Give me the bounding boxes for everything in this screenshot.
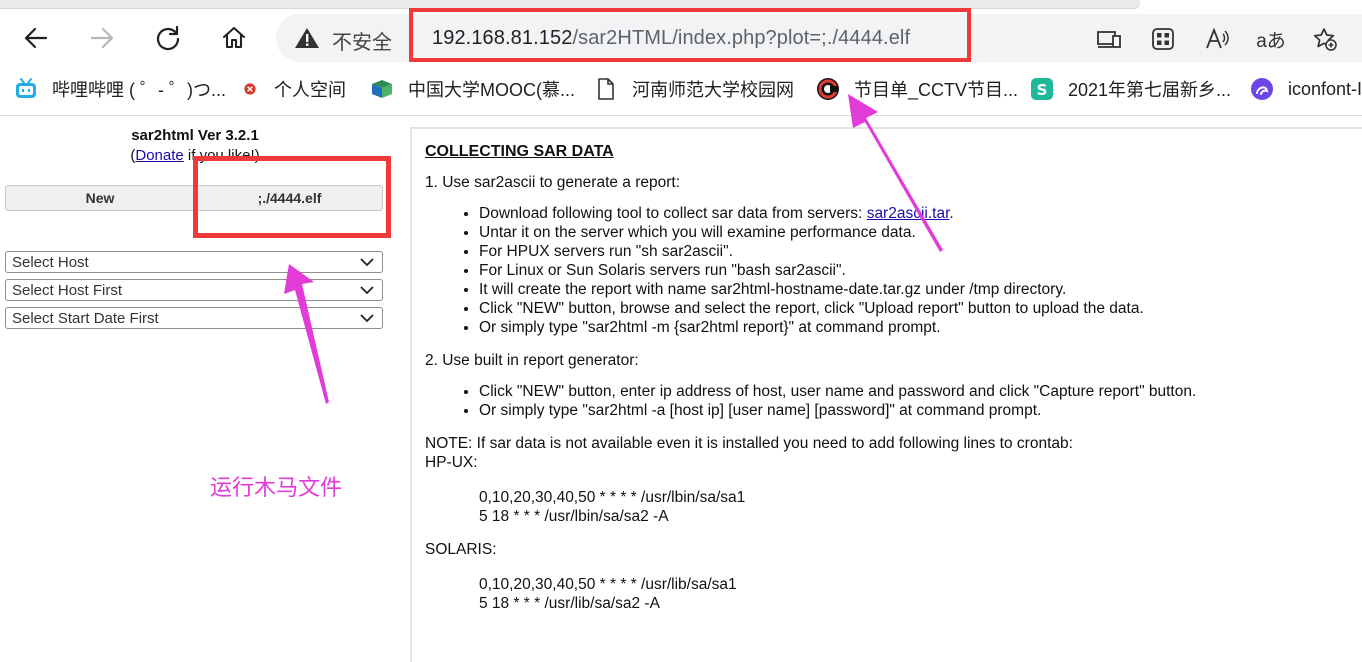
read-aloud-icon bbox=[1206, 27, 1229, 49]
list-item: It will create the report with name sar2… bbox=[479, 280, 1355, 299]
bookmark-label: 中国大学MOOC(慕... bbox=[408, 80, 575, 100]
device-icon bbox=[1097, 31, 1121, 48]
select-start-date-value: Select Start Date First bbox=[12, 309, 159, 327]
list-item: Download following tool to collect sar d… bbox=[479, 204, 1355, 223]
forward-button[interactable] bbox=[82, 18, 122, 58]
bookmark-label: iconfont-I bbox=[1288, 78, 1362, 99]
list-item: Or simply type "sar2html -m {sar2html re… bbox=[479, 318, 1355, 337]
annotation-run-trojan: 运行木马文件 bbox=[210, 475, 343, 500]
bookmark-label: 节目单_CCTV节目... bbox=[854, 80, 1019, 100]
bookmark-iconfont[interactable]: iconfont-I bbox=[1250, 76, 1362, 102]
home-button[interactable] bbox=[214, 18, 254, 58]
favorites-button[interactable] bbox=[1310, 24, 1340, 54]
list-item: Click "NEW" button, browse and select th… bbox=[479, 299, 1355, 318]
bookmark-label: 河南师范大学校园网 bbox=[632, 80, 794, 100]
crontab-line: 0,10,20,30,40,50 * * * * /usr/lbin/sa/sa… bbox=[479, 489, 746, 506]
star-add-icon bbox=[1313, 28, 1337, 51]
step1-list: Download following tool to collect sar d… bbox=[461, 204, 1355, 337]
main-content: COLLECTING SAR DATA 1. Use sar2ascii to … bbox=[425, 142, 1355, 627]
note-text: NOTE: If sar data is not available even … bbox=[425, 435, 1073, 452]
grid-icon bbox=[1152, 28, 1174, 50]
step2-title: 2. Use built in report generator: bbox=[425, 352, 639, 369]
mooc-icon bbox=[370, 77, 394, 101]
crontab-line: 5 18 * * * /usr/lib/sa/sa2 -A bbox=[479, 595, 660, 612]
list-item: Untar it on the server which you will ex… bbox=[479, 223, 1355, 242]
section-heading: COLLECTING SAR DATA bbox=[425, 143, 614, 160]
hpux-crontab: 0,10,20,30,40,50 * * * * /usr/lbin/sa/sa… bbox=[479, 488, 1355, 526]
device-icon-button[interactable] bbox=[1094, 24, 1124, 54]
chevron-down-icon bbox=[360, 314, 374, 323]
plot-button[interactable]: ;./4444.elf bbox=[196, 185, 383, 211]
list-item: For HPUX servers run "sh sar2ascii". bbox=[479, 242, 1355, 261]
translate-button[interactable]: aあ bbox=[1254, 24, 1288, 54]
hpux-label: HP-UX: bbox=[425, 454, 478, 471]
bookmark-mooc[interactable]: 中国大学MOOC(慕... bbox=[370, 76, 575, 102]
reload-icon bbox=[156, 25, 180, 51]
bookmark-label: 个人空间 bbox=[274, 80, 346, 100]
bookmark-label: 哔哩哔哩 ( ゜- ゜)つ... bbox=[52, 80, 226, 100]
back-arrow-icon bbox=[24, 27, 48, 49]
donate-link[interactable]: Donate bbox=[135, 147, 183, 164]
warning-icon bbox=[295, 28, 319, 48]
select-host-value: Select Host bbox=[12, 253, 89, 271]
bookmark-label: 2021年第七届新乡... bbox=[1068, 80, 1232, 100]
bookmark-cctv[interactable]: 节目单_CCTV节目... bbox=[816, 76, 1018, 102]
solaris-crontab: 0,10,20,30,40,50 * * * * /usr/lib/sa/sa1… bbox=[479, 575, 1355, 613]
bilibili-icon bbox=[14, 77, 38, 101]
download-text: Download following tool to collect sar d… bbox=[479, 205, 867, 222]
solaris-label: SOLARIS: bbox=[425, 541, 497, 558]
svg-text:S: S bbox=[1037, 81, 1048, 99]
bookmark-xinxiang[interactable]: S 2021年第七届新乡... bbox=[1030, 76, 1231, 102]
donate-line: (Donate if you like!) bbox=[0, 147, 390, 164]
select-start-date-dropdown[interactable]: Select Start Date First bbox=[5, 307, 383, 329]
translate-label: aあ bbox=[1256, 30, 1286, 52]
list-item: Or simply type "sar2html -a [host ip] [u… bbox=[479, 401, 1355, 420]
chevron-down-icon bbox=[360, 286, 374, 295]
select-host-first-value: Select Host First bbox=[12, 281, 123, 299]
bookmark-bilibili[interactable]: 哔哩哔哩 ( ゜- ゜)つ... bbox=[14, 76, 226, 102]
crontab-line: 5 18 * * * /usr/lbin/sa/sa2 -A bbox=[479, 508, 669, 525]
bookmark-personal-space[interactable]: 个人空间 bbox=[240, 76, 346, 102]
s-logo-icon: S bbox=[1030, 77, 1054, 101]
list-item: For Linux or Sun Solaris servers run "ba… bbox=[479, 261, 1355, 280]
new-button[interactable]: New bbox=[5, 185, 195, 211]
apps-button[interactable] bbox=[1148, 24, 1178, 54]
iconfont-icon bbox=[1250, 77, 1274, 101]
step2-list: Click "NEW" button, enter ip address of … bbox=[461, 382, 1355, 420]
select-host-first-dropdown[interactable]: Select Host First bbox=[5, 279, 383, 301]
reload-button[interactable] bbox=[148, 18, 188, 58]
forward-arrow-icon bbox=[90, 27, 114, 49]
app-title: sar2html Ver 3.2.1 bbox=[131, 127, 259, 144]
download-end: . bbox=[949, 205, 954, 222]
cctv-icon bbox=[816, 77, 840, 101]
red-dot-icon bbox=[240, 77, 260, 101]
url-highlight-box bbox=[409, 8, 971, 62]
read-aloud-button[interactable] bbox=[1202, 24, 1232, 54]
home-icon bbox=[222, 26, 246, 49]
step1-title: 1. Use sar2ascii to generate a report: bbox=[425, 174, 681, 191]
chevron-down-icon bbox=[360, 258, 374, 267]
select-host-dropdown[interactable]: Select Host bbox=[5, 251, 383, 273]
back-button[interactable] bbox=[16, 18, 56, 58]
sar2ascii-link[interactable]: sar2ascii.tar bbox=[867, 205, 950, 222]
list-item: Click "NEW" button, enter ip address of … bbox=[479, 382, 1355, 401]
crontab-line: 0,10,20,30,40,50 * * * * /usr/lib/sa/sa1 bbox=[479, 576, 737, 593]
donate-rest: if you like!) bbox=[183, 147, 260, 164]
security-label[interactable]: 不安全 bbox=[332, 26, 392, 55]
bookmark-henan-normal[interactable]: 河南师范大学校园网 bbox=[594, 76, 794, 102]
page-icon bbox=[594, 77, 618, 101]
